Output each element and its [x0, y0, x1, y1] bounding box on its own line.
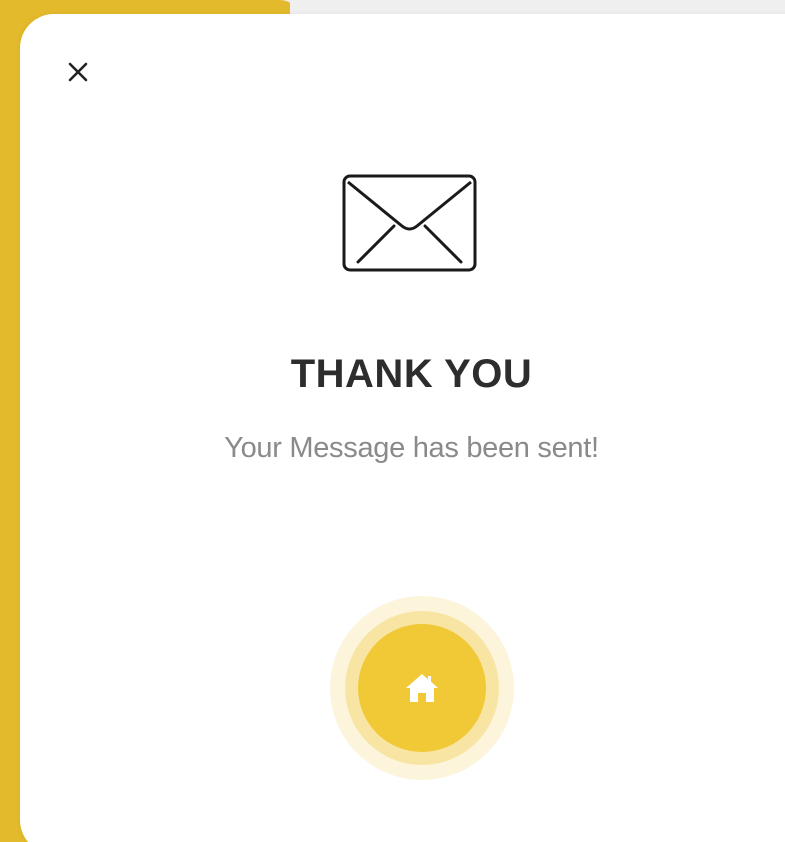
envelope-icon: [342, 174, 477, 272]
close-button[interactable]: [62, 56, 94, 88]
home-icon: [406, 674, 438, 702]
home-button[interactable]: [358, 624, 486, 752]
dialog-message: Your Message has been sent!: [224, 432, 599, 464]
thank-you-dialog: THANK YOU Your Message has been sent!: [20, 14, 785, 842]
screen: THANK YOU Your Message has been sent!: [0, 0, 785, 842]
close-icon: [68, 62, 88, 82]
dialog-title: THANK YOU: [290, 352, 533, 396]
